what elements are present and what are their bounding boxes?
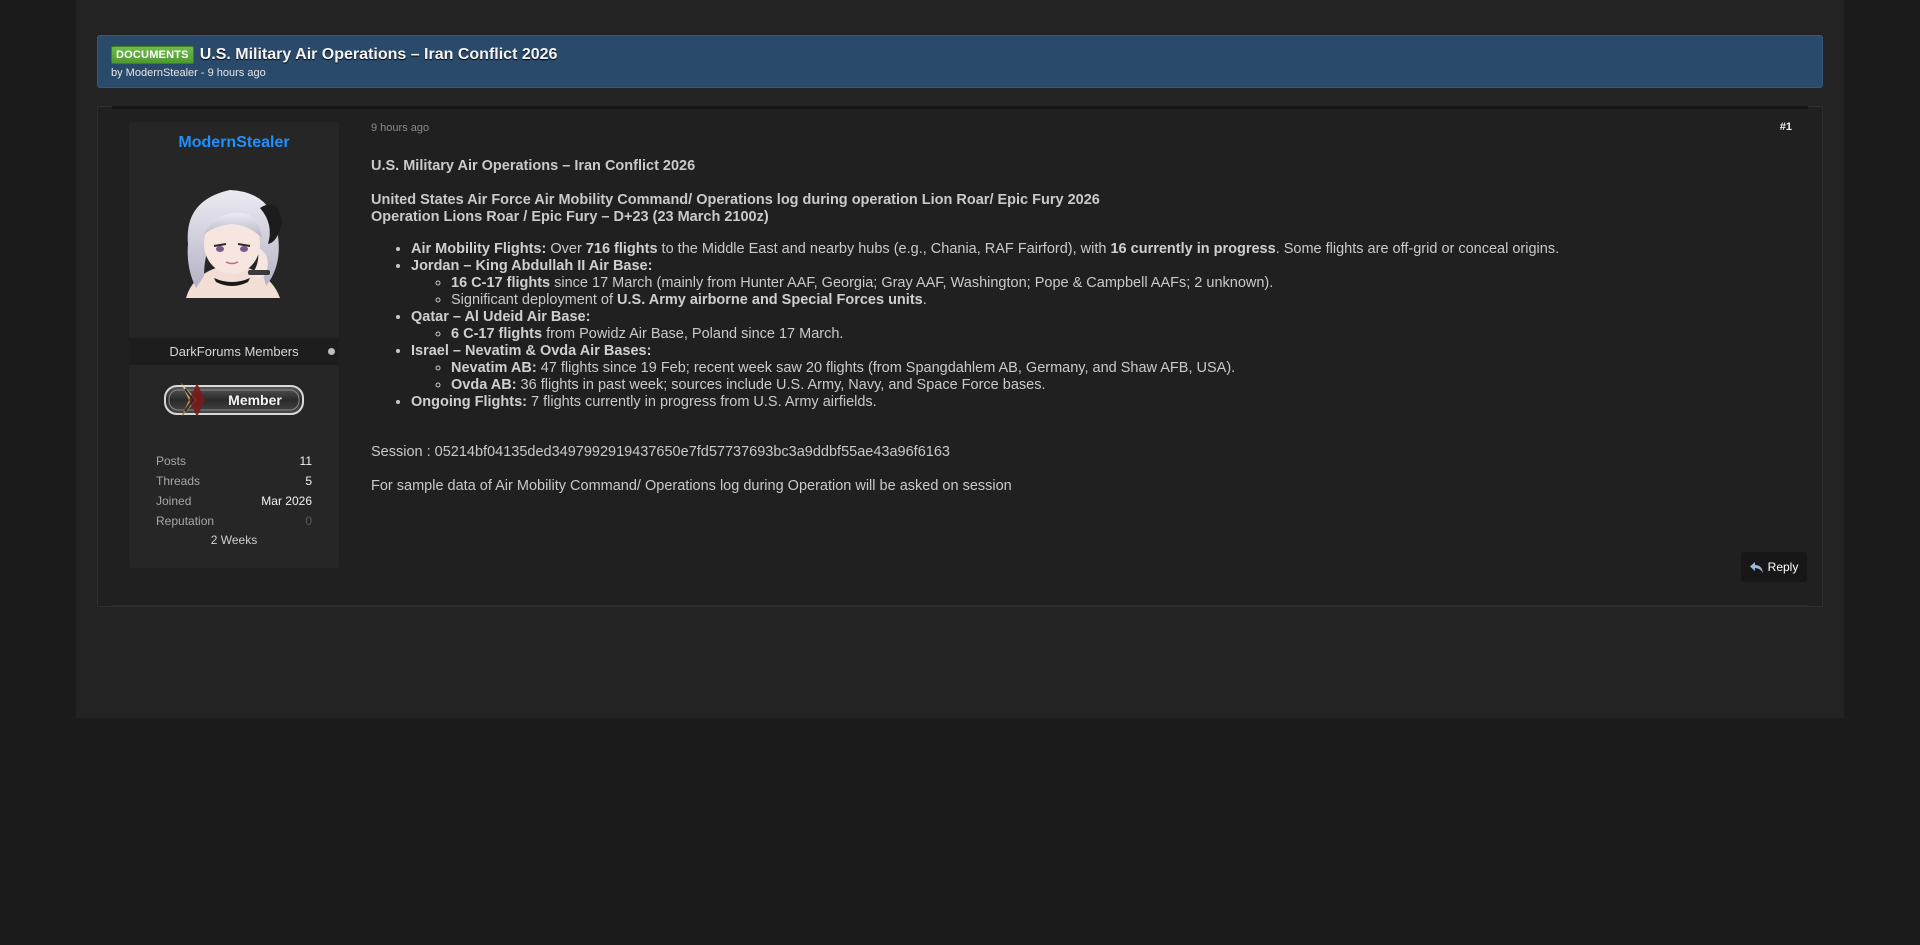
thread-header: DOCUMENTS U.S. Military Air Operations –…: [97, 35, 1823, 88]
thread-prefix-badge[interactable]: DOCUMENTS: [111, 46, 194, 64]
list-item-text: .: [922, 292, 927, 308]
list-item-text: since 17 March (mainly from Hunter AAF, …: [550, 275, 1274, 291]
list-item-label: Qatar – Al Udeid Air Base:: [411, 309, 591, 325]
online-status-icon: [328, 348, 335, 355]
avatar-image: [174, 178, 294, 304]
sub-list: 6 C-17 flights from Powidz Air Base, Pol…: [451, 326, 1771, 343]
list-item-label: Israel – Nevatim & Ovda Air Bases:: [411, 343, 652, 359]
list-item-text: 7 flights currently in progress from U.S…: [526, 394, 877, 410]
page-wrapper: DOCUMENTS U.S. Military Air Operations –…: [76, 0, 1844, 718]
stat-joined: Joined Mar 2026: [156, 491, 312, 511]
list-item: Ongoing Flights: 7 flights currently in …: [411, 394, 1771, 411]
stat-value[interactable]: 0: [305, 511, 312, 531]
list-item-text: 47 flights since 19 Feb; recent week saw…: [536, 360, 1236, 376]
username-link[interactable]: ModernStealer: [129, 134, 339, 152]
member-rank-badge: Member: [159, 381, 309, 419]
stat-reputation: Reputation 0: [156, 511, 312, 531]
sub-list: 16 C-17 flights since 17 March (mainly f…: [451, 275, 1771, 309]
stat-label: Posts: [156, 454, 187, 468]
list-item: Israel – Nevatim & Ovda Air Bases: Nevat…: [411, 343, 1771, 394]
stat-posts: Posts 11: [156, 451, 312, 471]
reply-button[interactable]: Reply: [1741, 552, 1807, 582]
user-panel: ModernStealer DarkForums Members Member …: [129, 122, 339, 568]
list-item-bold: 16 C-17 flights: [451, 275, 551, 291]
sub-list-item: Significant deployment of U.S. Army airb…: [451, 292, 1771, 309]
list-item: Qatar – Al Udeid Air Base: 6 C-17 flight…: [411, 309, 1771, 343]
user-stats: Posts 11 Threads 5 Joined Mar 2026 Reput…: [156, 451, 312, 549]
sub-list-item: 16 C-17 flights since 17 March (mainly f…: [451, 275, 1771, 292]
list-item-text: to the Middle East and nearby hubs (e.g.…: [657, 241, 1111, 257]
session-id-text: Session : 05214bf04135ded349799291943765…: [371, 444, 950, 460]
operations-list: Air Mobility Flights: Over 716 flights t…: [411, 241, 1771, 411]
sub-list-item: 6 C-17 flights from Powidz Air Base, Pol…: [451, 326, 1771, 343]
list-item-text: Significant deployment of: [451, 292, 618, 308]
avatar[interactable]: [174, 178, 294, 304]
sample-data-note: For sample data of Air Mobility Command/…: [371, 478, 1012, 494]
stat-value[interactable]: 5: [305, 471, 312, 491]
list-item-bold: 716 flights: [585, 241, 658, 257]
post-title: U.S. Military Air Operations – Iran Conf…: [371, 158, 696, 174]
usergroup-label: DarkForums Members: [169, 344, 299, 359]
stat-value: Mar 2026: [261, 494, 312, 508]
list-item-label: Jordan – King Abdullah II Air Base:: [411, 258, 653, 274]
thread-byline: by ModernStealer - 9 hours ago: [111, 67, 266, 79]
stat-value[interactable]: 11: [300, 451, 312, 471]
post-divider-bottom: [112, 605, 1808, 607]
list-item: Air Mobility Flights: Over 716 flights t…: [411, 241, 1771, 258]
stat-label: Threads: [156, 474, 201, 488]
list-item-bold: Ovda AB:: [451, 377, 517, 393]
usergroup-row: DarkForums Members: [129, 338, 339, 365]
list-item-bold: Nevatim AB:: [451, 360, 537, 376]
list-item-bold: 16 currently in progress: [1110, 241, 1276, 257]
list-item-text: 36 flights in past week; sources include…: [516, 377, 1046, 393]
post-content: U.S. Military Air Operations – Iran Conf…: [371, 158, 1771, 495]
post-date[interactable]: 9 hours ago: [371, 122, 429, 134]
post: ModernStealer DarkForums Members Member …: [97, 106, 1823, 607]
list-item-text: . Some flights are off-grid or conceal o…: [1275, 241, 1560, 257]
sub-list-item: Nevatim AB: 47 flights since 19 Feb; rec…: [451, 360, 1771, 377]
list-item-label: Ongoing Flights:: [411, 394, 527, 410]
list-item-bold: 6 C-17 flights: [451, 326, 543, 342]
list-item-bold: U.S. Army airborne and Special Forces un…: [617, 292, 923, 308]
membership-duration: 2 Weeks: [210, 533, 258, 547]
list-item: Jordan – King Abdullah II Air Base: 16 C…: [411, 258, 1771, 309]
reply-icon: [1749, 561, 1763, 573]
list-item-text: from Powidz Air Base, Poland since 17 Ma…: [542, 326, 844, 342]
post-subtitle-1: United States Air Force Air Mobility Com…: [371, 192, 1100, 208]
reply-label: Reply: [1767, 560, 1799, 574]
rank-label: Member: [228, 392, 282, 408]
stat-label: Joined: [156, 494, 192, 508]
post-subtitle-2: Operation Lions Roar / Epic Fury – D+23 …: [371, 209, 769, 225]
stat-threads: Threads 5: [156, 471, 312, 491]
list-item-text: Over: [546, 241, 586, 257]
list-item-label: Air Mobility Flights:: [411, 241, 547, 257]
thread-title: U.S. Military Air Operations – Iran Conf…: [199, 46, 558, 63]
post-number-link[interactable]: #1: [1780, 121, 1792, 133]
sub-list-item: Ovda AB: 36 flights in past week; source…: [451, 377, 1771, 394]
sub-list: Nevatim AB: 47 flights since 19 Feb; rec…: [451, 360, 1771, 394]
post-divider-top: [112, 106, 1808, 109]
stat-label: Reputation: [156, 514, 215, 528]
